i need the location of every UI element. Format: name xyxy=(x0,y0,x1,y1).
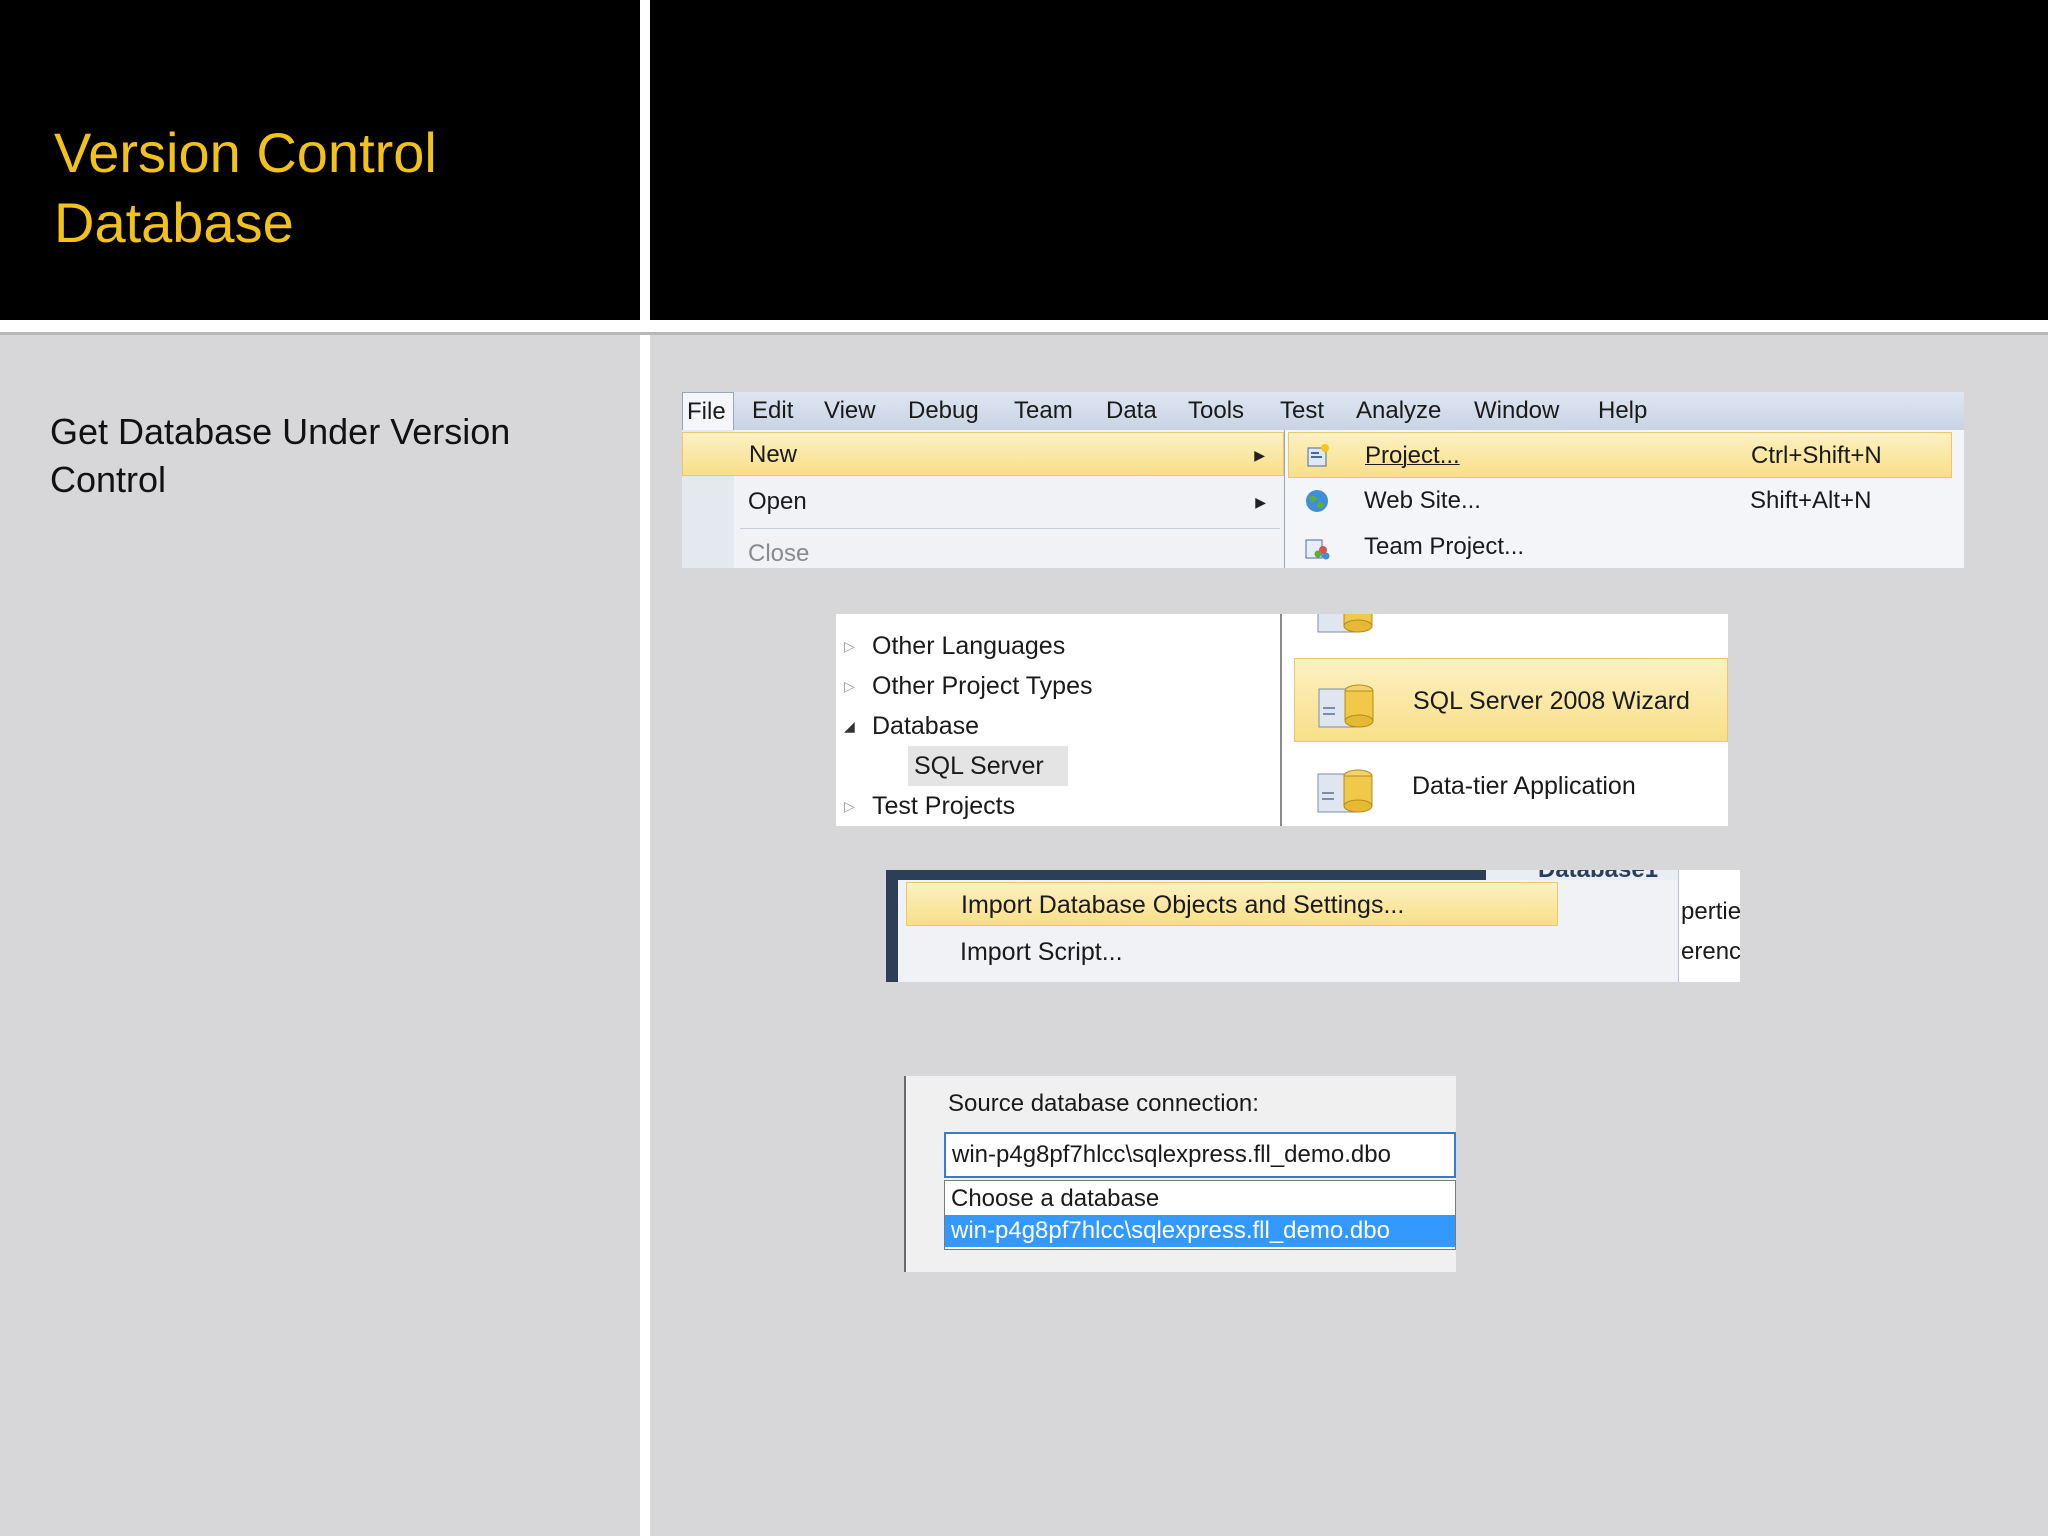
source-connection-select[interactable]: win-p4g8pf7hlcc\sqlexpress.fll_demo.dbo xyxy=(944,1132,1456,1178)
menu-data[interactable]: Data xyxy=(1106,392,1157,430)
menu-item-import-script-label: Import Script... xyxy=(960,938,1123,966)
submenu-item-project[interactable]: Project... Ctrl+Shift+N xyxy=(1288,432,1952,478)
submenu-arrow-icon: ▶ xyxy=(1254,447,1265,463)
tree-item-label: Other Project Types xyxy=(872,672,1093,700)
file-menu: New ▶ Open ▶ Close xyxy=(682,430,1285,568)
connection-screenshot: Source database connection: win-p4g8pf7h… xyxy=(904,1076,1456,1272)
project-types-screenshot: ▷ Other Languages ▷ Other Project Types … xyxy=(836,614,1728,826)
project-icon xyxy=(1307,444,1329,467)
menu-item-import-database-objects-label: Import Database Objects and Settings... xyxy=(961,891,1405,919)
menu-item-new[interactable]: New ▶ xyxy=(682,432,1284,476)
tree-expand-icon: ▷ xyxy=(844,638,855,654)
database-project-icon xyxy=(1317,614,1373,633)
menu-item-new-label: New xyxy=(749,441,798,468)
menu-item-open[interactable]: Open ▶ xyxy=(682,480,1284,524)
template-item-partial[interactable] xyxy=(1288,614,1728,648)
source-connection-label: Source database connection: xyxy=(948,1090,1259,1117)
tree-item-label: Test Projects xyxy=(872,792,1016,820)
menu-window[interactable]: Window xyxy=(1474,392,1559,430)
menu-item-close[interactable]: Close xyxy=(682,532,1284,568)
menu-view[interactable]: View xyxy=(824,392,876,430)
submenu-item-project-shortcut: Ctrl+Shift+N xyxy=(1751,442,1882,469)
globe-icon xyxy=(1306,490,1328,512)
menu-item-import-database-objects[interactable]: Import Database Objects and Settings... xyxy=(906,882,1558,926)
tree-expand-icon: ▷ xyxy=(844,678,855,694)
slide-title-line1: Version Control xyxy=(54,121,437,184)
partial-tab-strip: Database1 xyxy=(1486,870,1678,883)
menu-team[interactable]: Team xyxy=(1014,392,1073,430)
tree-item-other-project-types[interactable]: ▷ Other Project Types xyxy=(836,666,1276,706)
menu-frame-top xyxy=(886,870,1486,880)
menu-help[interactable]: Help xyxy=(1598,392,1647,430)
tree-item-database[interactable]: ◢ Database xyxy=(836,706,1276,746)
template-item-data-tier-application[interactable]: Data-tier Application xyxy=(1288,744,1728,826)
submenu-item-team-project[interactable]: Team Project... xyxy=(1288,524,1964,568)
menu-file[interactable]: File xyxy=(682,392,734,430)
template-label: Data-tier Application xyxy=(1412,772,1636,800)
new-submenu: Project... Ctrl+Shift+N Web Site... Shif… xyxy=(1288,430,1964,568)
connection-dropdown-list: Choose a database win-p4g8pf7hlcc\sqlexp… xyxy=(944,1180,1456,1250)
menu-separator xyxy=(740,528,1280,529)
submenu-arrow-icon: ▶ xyxy=(1255,494,1266,510)
menu-screenshot: File Edit View Debug Team Data Tools Tes… xyxy=(682,392,1964,568)
tree-collapse-icon: ◢ xyxy=(844,718,855,734)
menu-analyze[interactable]: Analyze xyxy=(1356,392,1441,430)
vertical-divider xyxy=(640,0,650,1536)
partial-text-1: pertie xyxy=(1681,898,1740,925)
menu-test[interactable]: Test xyxy=(1280,392,1324,430)
dropdown-option[interactable]: Choose a database xyxy=(945,1183,1455,1215)
database-project-icon xyxy=(1317,769,1373,813)
template-item-sql-server-2008-wizard[interactable]: SQL Server 2008 Wizard xyxy=(1294,658,1728,742)
submenu-item-website[interactable]: Web Site... Shift+Alt+N xyxy=(1288,478,1964,524)
menu-item-import-script[interactable]: Import Script... xyxy=(906,930,1556,974)
tree-item-label: Other Languages xyxy=(872,632,1066,660)
dropdown-option-selected[interactable]: win-p4g8pf7hlcc\sqlexpress.fll_demo.dbo xyxy=(945,1215,1455,1247)
tree-item-label: Database xyxy=(872,712,980,740)
header-panel xyxy=(650,0,2048,320)
template-label: SQL Server 2008 Wizard xyxy=(1413,687,1690,715)
submenu-item-website-label: Web Site... xyxy=(1364,487,1481,514)
menu-tools[interactable]: Tools xyxy=(1188,392,1244,430)
body-line1: Get Database Under Version xyxy=(50,411,511,452)
team-project-icon xyxy=(1305,539,1330,560)
import-menu-screenshot: Database1 Import Database Objects and Se… xyxy=(886,870,1740,982)
tree-expand-icon: ▷ xyxy=(844,798,855,814)
tree-item-other-languages[interactable]: ▷ Other Languages xyxy=(836,626,1276,666)
partial-properties-panel: pertie erenc xyxy=(1678,870,1740,982)
menu-edit[interactable]: Edit xyxy=(752,392,793,430)
project-type-tree: ▷ Other Languages ▷ Other Project Types … xyxy=(836,614,1282,826)
slide-body-text: Get Database Under Version Control xyxy=(50,408,610,504)
tree-item-test-projects[interactable]: ▷ Test Projects xyxy=(836,786,1276,826)
menu-frame-left xyxy=(886,870,898,982)
menu-debug[interactable]: Debug xyxy=(908,392,979,430)
menu-bar: File Edit View Debug Team Data Tools Tes… xyxy=(682,392,1964,430)
menu-item-open-label: Open xyxy=(748,488,807,515)
body-line2: Control xyxy=(50,459,167,500)
submenu-item-project-label: Project... xyxy=(1365,442,1460,469)
submenu-item-website-shortcut: Shift+Alt+N xyxy=(1750,487,1872,514)
tree-item-label: SQL Server xyxy=(914,752,1044,780)
slide-title: Version Control Database xyxy=(54,118,614,258)
partial-text-2: erenc xyxy=(1681,938,1740,965)
database-project-icon xyxy=(1318,684,1374,728)
slide-title-line2: Database xyxy=(54,191,294,254)
tree-item-sql-server[interactable]: SQL Server xyxy=(908,746,1068,786)
template-list: SQL Server 2008 Wizard Data-tier Applica… xyxy=(1288,614,1728,826)
submenu-item-team-project-label: Team Project... xyxy=(1364,533,1525,560)
horizontal-divider xyxy=(0,320,2048,335)
menu-item-close-label: Close xyxy=(748,540,810,567)
